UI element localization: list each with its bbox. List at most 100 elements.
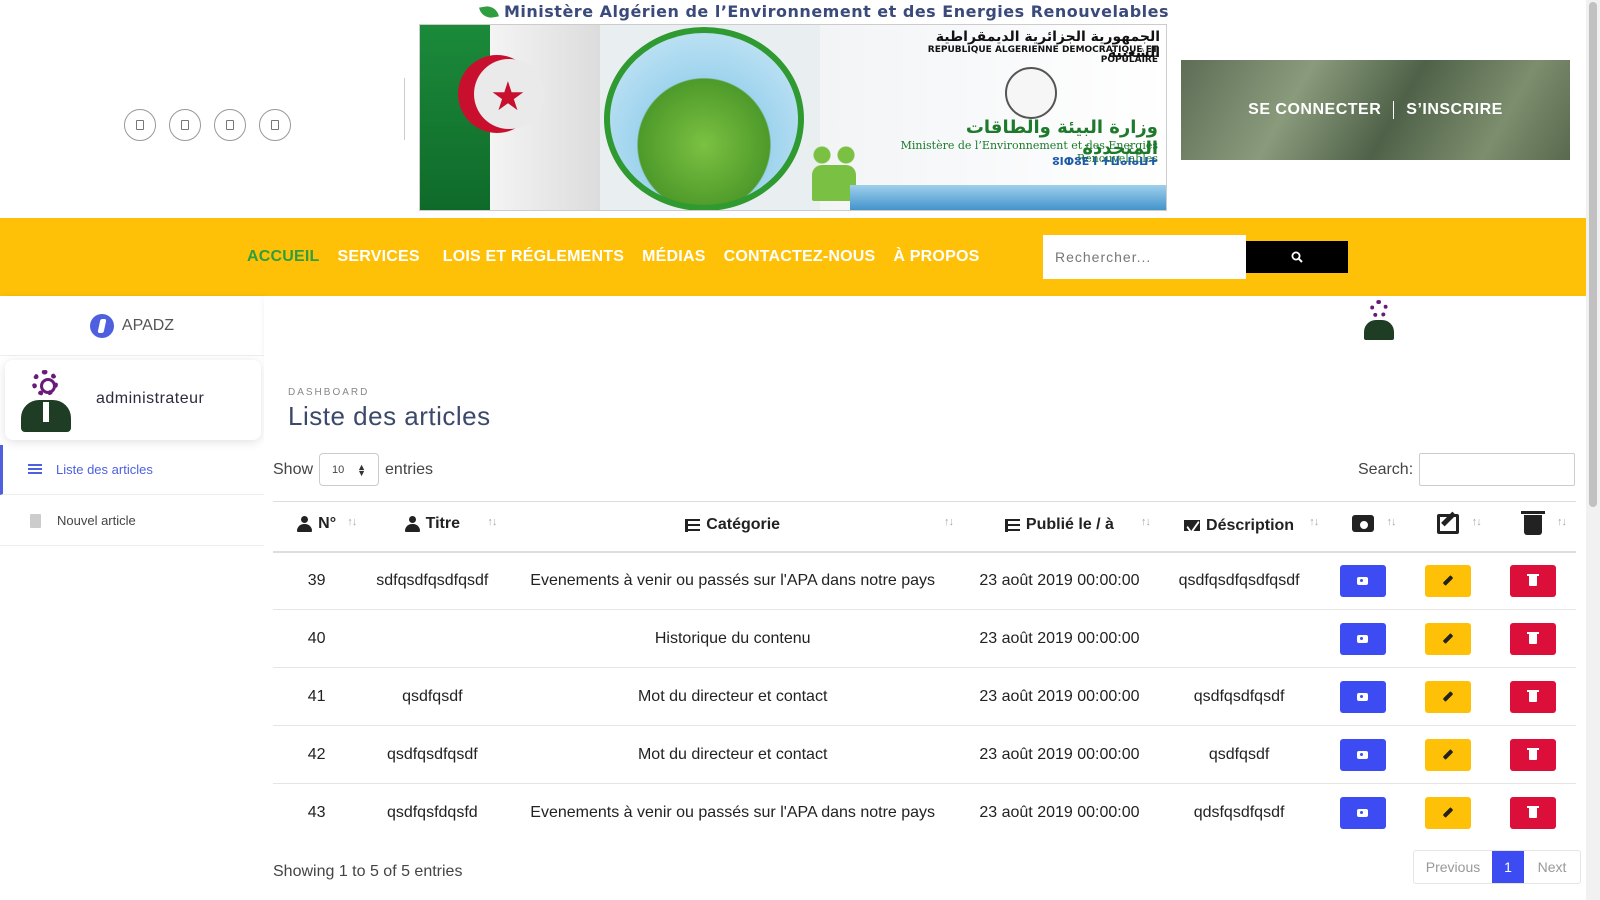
table-row: 39 sdfqsdfqsdfqsdf Evenements à venir ou p…: [273, 551, 1576, 610]
sort-icon: ↑↓: [487, 516, 497, 528]
delete-button[interactable]: [1510, 738, 1557, 771]
site-header: Ministère Algérien de l’Environnement et…: [0, 0, 1600, 218]
photo-button[interactable]: [1339, 564, 1386, 597]
sort-icon: ↑↓: [347, 516, 357, 528]
pagination-previous[interactable]: Previous: [1414, 851, 1492, 883]
pencil-icon: [1442, 749, 1454, 760]
page-title: Liste des articles: [288, 401, 491, 431]
delete-button[interactable]: [1510, 680, 1557, 713]
nav-item-services[interactable]: SERVICES: [338, 248, 420, 266]
edit-button[interactable]: [1425, 796, 1472, 829]
camera-icon: [1351, 515, 1374, 533]
col-titre[interactable]: Titre ↑↓: [360, 501, 505, 553]
pagination-next[interactable]: Next: [1524, 851, 1580, 883]
page-length-select[interactable]: 10 ▲ ▼: [319, 453, 380, 486]
col-photo[interactable]: ↑↓: [1320, 501, 1406, 553]
cell-action: [1405, 609, 1491, 668]
table-row: 41 qsdfqsdf Mot du directeur et contact 23 …: [273, 667, 1576, 726]
scrollbar-thumb[interactable]: [1589, 2, 1597, 507]
sidebar-item-nouvel-article[interactable]: Nouvel article: [0, 496, 264, 546]
trash-icon: [1527, 573, 1540, 586]
social-icon-3[interactable]: [214, 109, 246, 141]
list-icon: [1004, 518, 1020, 532]
cell-action: [1320, 551, 1406, 610]
camera-icon: [1357, 808, 1369, 817]
cell-title: qsdfqsfdqsfd: [386, 803, 478, 821]
col-num[interactable]: N° ↑↓: [273, 501, 361, 553]
select-caret-icon: ▲ ▼: [357, 462, 367, 478]
cell-action: [1320, 725, 1406, 784]
cell-category: Mot du directeur et contact: [504, 667, 962, 726]
nav-item-contact[interactable]: CONTACTEZ-NOUS: [724, 248, 876, 266]
col-description[interactable]: Déscription ↑↓: [1157, 501, 1321, 553]
sidebar-item-liste-articles[interactable]: Liste des articles: [0, 445, 264, 495]
col-label: Publié le / à: [1025, 516, 1114, 533]
cell-action: [1490, 667, 1576, 726]
cell-description: qsdfqsdf: [1157, 725, 1321, 784]
trash-icon: [1527, 747, 1540, 760]
cell-title: sdfqsdfqsdfqsdf: [360, 551, 505, 610]
col-categorie[interactable]: Catégorie ↑↓: [504, 501, 962, 553]
photo-button[interactable]: [1339, 738, 1386, 771]
header-divider: [404, 78, 405, 140]
nav-item-accueil[interactable]: ACCUEIL: [247, 248, 320, 266]
articles-table: N° ↑↓ Titre ↑↓ Catégorie ↑↓ Publié le / à ↑↓…: [273, 501, 1576, 842]
page-length-value: 10: [332, 463, 345, 476]
edit-button[interactable]: [1425, 564, 1472, 597]
cell-published: 23 août 2019 00:00:00: [961, 725, 1158, 784]
cell-action: [1405, 784, 1490, 842]
cell-action: [1405, 667, 1491, 726]
delete-button[interactable]: [1510, 564, 1557, 597]
brand-logo-icon: [89, 313, 114, 338]
pagination-page-1[interactable]: 1: [1492, 851, 1524, 883]
photo-button[interactable]: [1339, 796, 1386, 829]
user-card: administrateur: [5, 360, 261, 440]
user-menu-avatar[interactable]: [1362, 300, 1396, 342]
table-row: 43 qsdfqsfdqsfd Evenements à venir ou pass…: [273, 784, 1576, 842]
main-nav: ACCUEIL SERVICES LOIS ET RÉGLEMENTS MÉDI…: [0, 218, 1586, 296]
edit-button[interactable]: [1425, 738, 1472, 771]
cell-action: [1320, 667, 1406, 726]
nav-item-medias[interactable]: MÉDIAS: [642, 248, 705, 266]
edit-button[interactable]: [1425, 622, 1472, 655]
edit-button[interactable]: [1425, 680, 1472, 713]
nav-item-apropos[interactable]: À PROPOS: [893, 248, 979, 266]
col-label: Déscription: [1206, 516, 1295, 534]
cell-category: Evenements à venir ou passés sur l'APA d…: [530, 803, 936, 821]
trash-icon: [1527, 805, 1540, 818]
ministry-title: Ministère Algérien de l’Environnement et…: [479, 2, 1169, 21]
state-seal-icon: [1005, 67, 1057, 119]
cell-num: 43: [307, 803, 326, 821]
sort-icon: ↑↓: [1557, 516, 1567, 528]
col-delete[interactable]: ↑↓: [1490, 501, 1576, 553]
table-info: Showing 1 to 5 of 5 entries: [273, 863, 463, 880]
photo-button[interactable]: [1339, 680, 1386, 713]
sidebar-brand[interactable]: APADZ: [0, 296, 264, 356]
camera-icon: [1357, 576, 1369, 585]
cell-category: Historique du contenu: [504, 609, 962, 668]
photo-button[interactable]: [1339, 622, 1386, 655]
login-link[interactable]: SE CONNECTER: [1236, 101, 1393, 119]
brand-name: APADZ: [121, 316, 175, 334]
social-icon-2[interactable]: [169, 109, 201, 141]
sort-icon: ↑↓: [1386, 516, 1396, 528]
col-edit[interactable]: ↑↓: [1405, 501, 1491, 553]
col-publie[interactable]: Publié le / à ↑↓: [961, 501, 1158, 553]
social-icon-1[interactable]: [124, 109, 156, 141]
cell-title: qsdfqsdf: [360, 667, 505, 726]
site-search-button[interactable]: [1246, 241, 1348, 273]
nav-item-lois[interactable]: LOIS ET RÉGLEMENTS: [443, 248, 624, 266]
delete-button[interactable]: [1510, 622, 1557, 655]
list-icon: [28, 463, 42, 476]
cell-title: qsdfqsdfqsdf: [360, 725, 505, 784]
delete-button[interactable]: [1510, 796, 1557, 829]
register-link[interactable]: S’INSCRIRE: [1394, 101, 1515, 119]
nature-globe-image: [604, 27, 804, 210]
user-icon: [297, 516, 313, 533]
site-search-input[interactable]: [1043, 235, 1246, 279]
breadcrumb: DASHBOARD: [288, 387, 370, 398]
social-icon-4[interactable]: [259, 109, 291, 141]
cell-action: [1320, 609, 1406, 668]
table-search-input[interactable]: [1419, 453, 1576, 486]
cell-num: 42: [273, 725, 361, 784]
